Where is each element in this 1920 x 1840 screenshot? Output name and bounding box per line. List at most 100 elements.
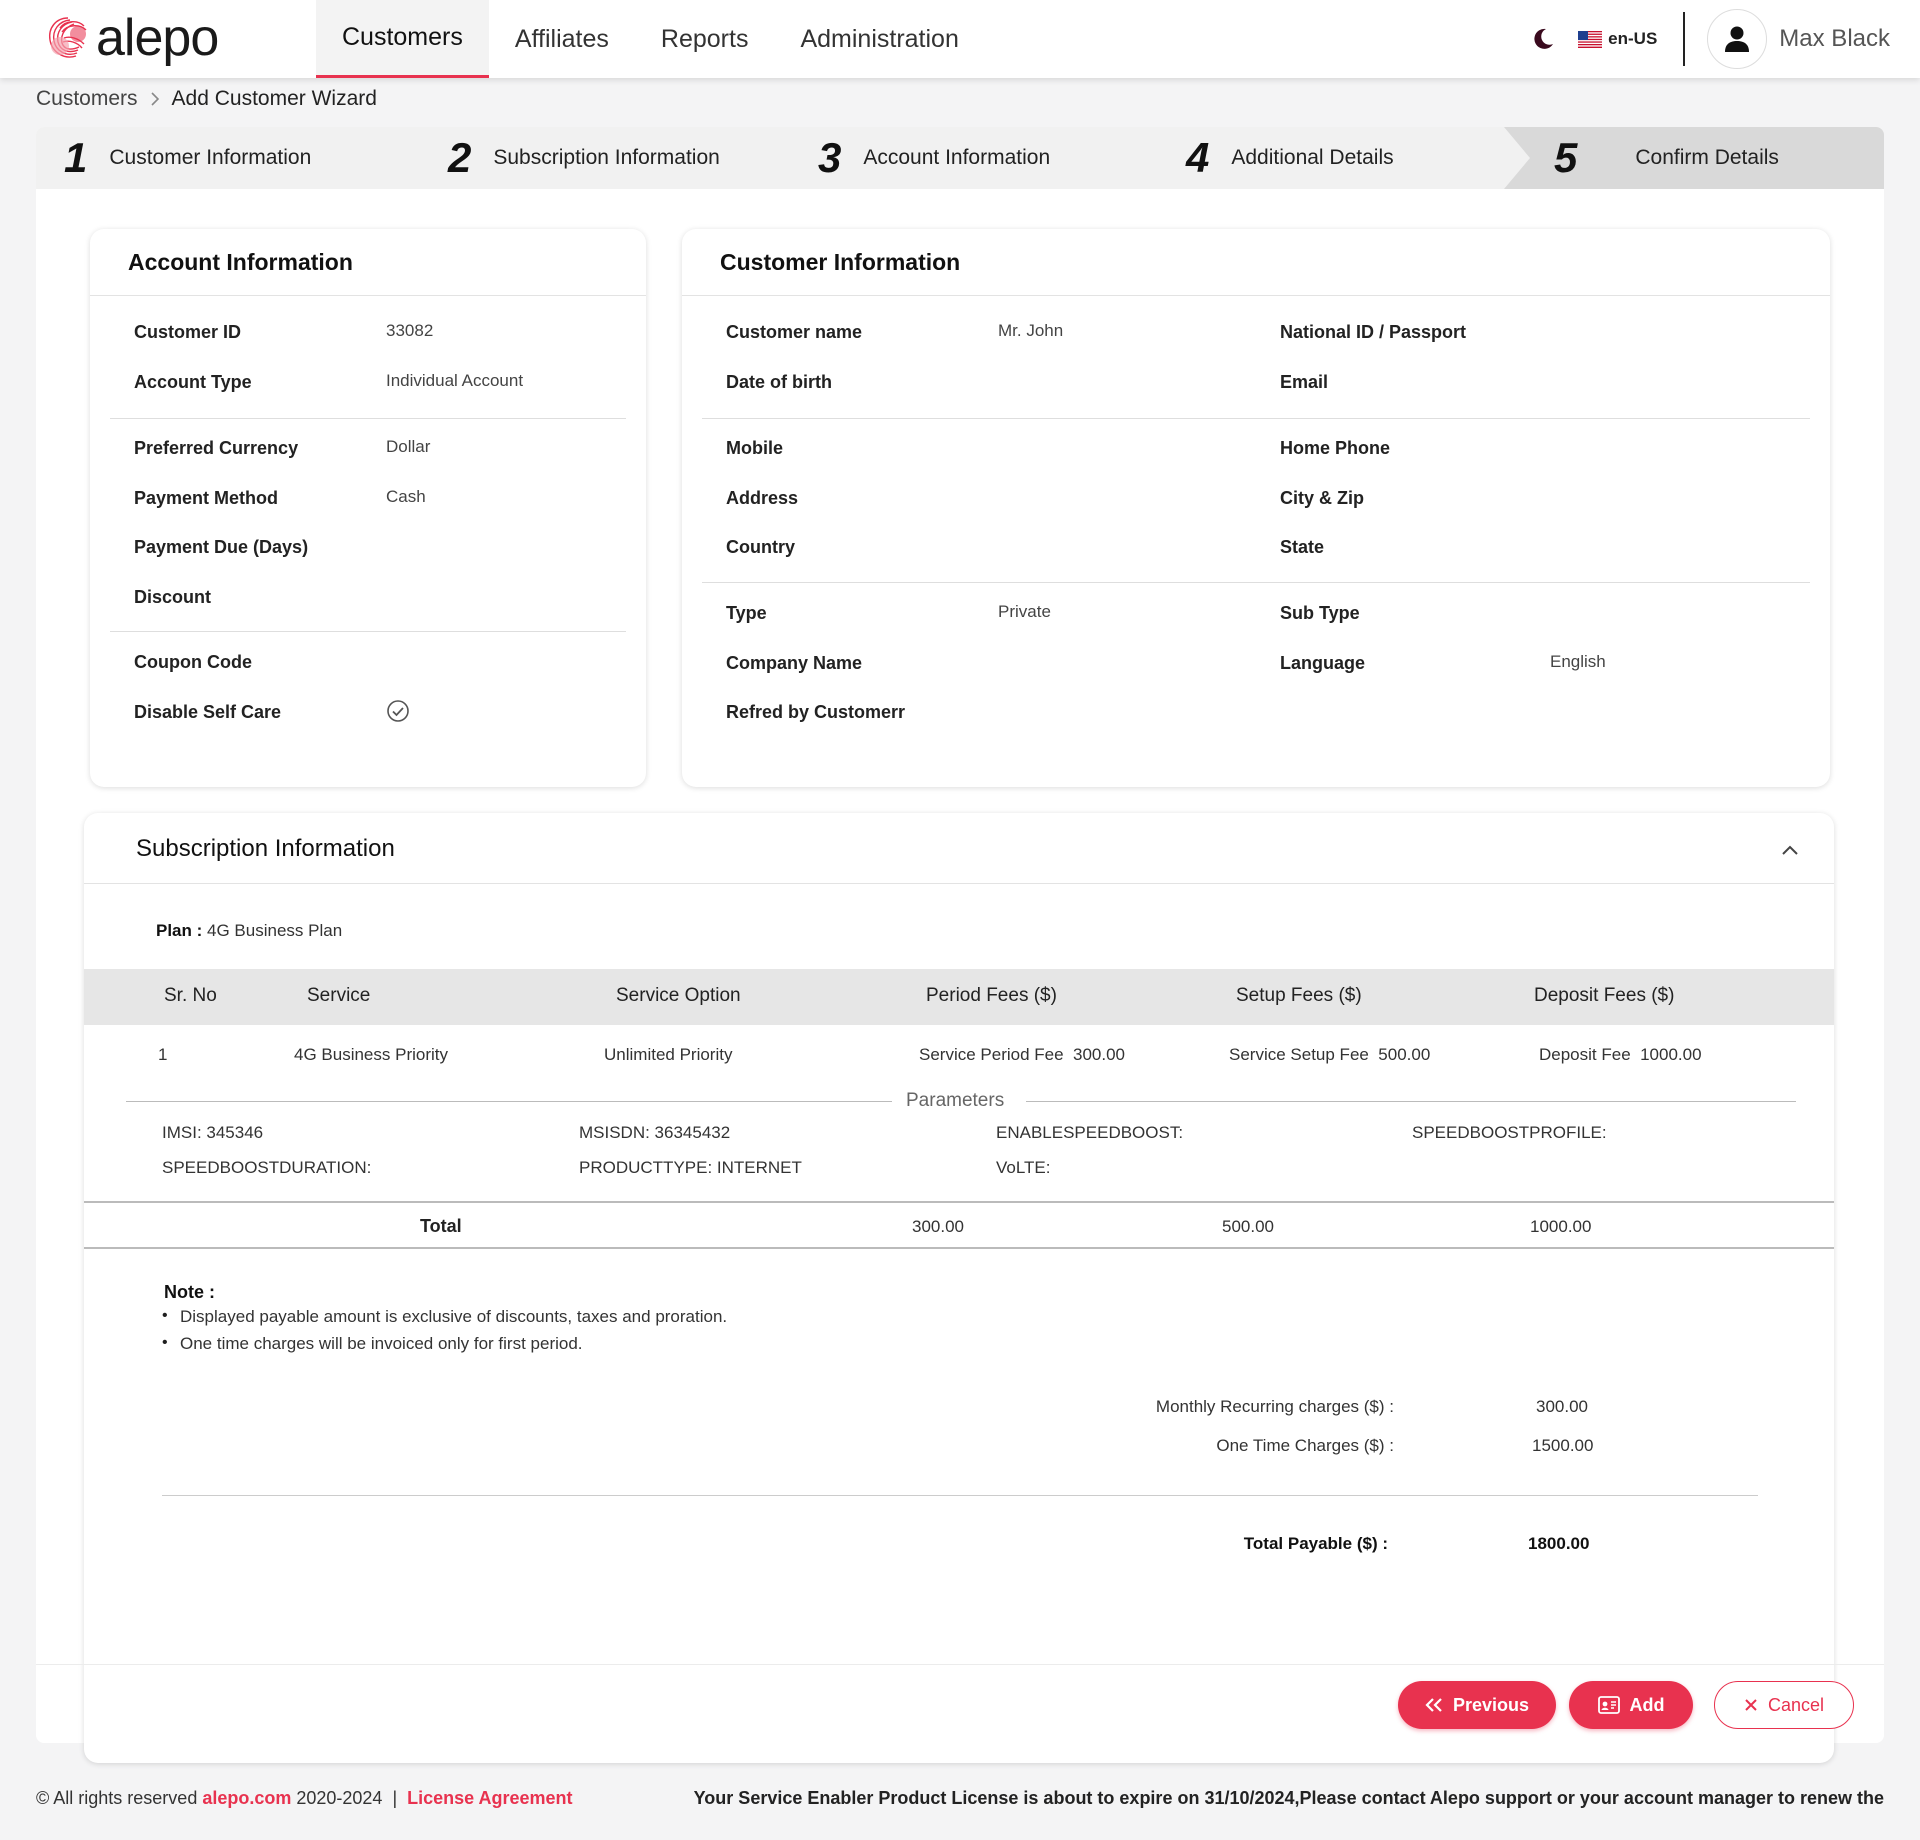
state-label: State <box>1280 537 1325 557</box>
currency-label: Preferred Currency <box>134 438 299 458</box>
divider <box>84 1201 1834 1203</box>
cancel-label: Cancel <box>1767 1694 1825 1715</box>
breadcrumb: Customers Add Customer Wizard <box>36 84 377 114</box>
wizard-stepper: 1 Customer Information 2 Subscription In… <box>36 127 1884 189</box>
email-label: Email <box>1280 372 1329 392</box>
breadcrumb-customers-link[interactable]: Customers <box>36 87 138 111</box>
check-circle-icon <box>387 700 409 722</box>
note-item: Displayed payable amount is exclusive of… <box>180 1307 728 1326</box>
breadcrumb-current: Add Customer Wizard <box>171 87 377 110</box>
divider <box>1026 1101 1796 1102</box>
total-deposit-fees: 1000.00 <box>1530 1217 1592 1236</box>
param-imsi: IMSI: 345346 <box>162 1123 264 1142</box>
previous-button[interactable]: Previous <box>1398 1681 1556 1729</box>
license-expiry-notice: Your Service Enabler Product License is … <box>693 1788 1884 1808</box>
nav-tab-administration[interactable]: Administration <box>774 0 984 78</box>
language-value: English <box>1550 652 1606 671</box>
customer-id-value: 33082 <box>386 321 434 340</box>
step-2[interactable]: 2 Subscription Information <box>448 127 720 189</box>
col-service-option: Service Option <box>616 985 741 1006</box>
services-table-header: Sr. No Service Service Option Period Fee… <box>84 969 1834 1025</box>
divider <box>162 1495 1758 1496</box>
wizard-card: 1 Customer Information 2 Subscription In… <box>36 127 1884 1763</box>
dark-mode-moon-icon[interactable] <box>1530 26 1556 52</box>
type-label: Type <box>726 603 767 623</box>
param-speedboostprofile: SPEEDBOOSTPROFILE: <box>1412 1123 1607 1142</box>
sub-type-label: Sub Type <box>1280 603 1360 623</box>
bullet: • <box>162 1334 168 1351</box>
customer-name-label: Customer name <box>726 322 863 342</box>
row-service-option: Unlimited Priority <box>604 1045 733 1064</box>
step-number: 5 <box>1554 134 1578 181</box>
total-payable-label: Total Payable ($) : <box>1243 1534 1388 1553</box>
divider <box>126 1101 892 1102</box>
subscription-title: Subscription Information <box>136 835 395 862</box>
customer-name-value: Mr. John <box>998 321 1064 340</box>
row-deposit-fee: Deposit Fee 1000.00 <box>1539 1045 1702 1064</box>
referred-by-label: Refred by Customerr <box>726 702 906 722</box>
one-time-charges-value: 1500.00 <box>1532 1436 1594 1455</box>
mobile-label: Mobile <box>726 438 783 458</box>
payment-due-label: Payment Due (Days) <box>134 537 309 557</box>
nav-tab-customers[interactable]: Customers <box>316 0 489 78</box>
user-icon <box>1725 26 1750 52</box>
dob-label: Date of birth <box>726 372 832 392</box>
page-footer: © All rights reserved alepo.com 2020-202… <box>0 1760 1920 1840</box>
footer-site-link[interactable]: alepo.com <box>202 1788 291 1808</box>
divider <box>84 1247 1834 1249</box>
footer-years: 2020-2024 | <box>291 1788 408 1808</box>
language-selector[interactable]: en-US <box>1608 29 1657 49</box>
close-icon <box>1745 1699 1757 1711</box>
note-title: Note : <box>164 1282 215 1302</box>
step-4[interactable]: 4 Additional Details <box>1186 127 1394 189</box>
step-number: 2 <box>448 134 472 181</box>
home-phone-label: Home Phone <box>1280 438 1391 458</box>
nav-tab-reports[interactable]: Reports <box>635 0 775 78</box>
nav-right: en-US Max Black <box>1530 0 1890 78</box>
step-1[interactable]: 1 Customer Information <box>64 127 311 189</box>
discount-label: Discount <box>134 587 212 607</box>
chevron-up-icon[interactable] <box>1780 843 1800 857</box>
monthly-charges-value: 300.00 <box>1536 1397 1588 1416</box>
payment-method-value: Cash <box>386 487 426 506</box>
top-navbar: alepo Customers Affiliates Reports Admin… <box>0 0 1920 78</box>
language-label: Language <box>1280 653 1366 673</box>
account-type-value: Individual Account <box>386 371 524 390</box>
user-avatar[interactable] <box>1707 9 1768 69</box>
step-5[interactable]: 5 Confirm Details <box>1554 127 1779 189</box>
total-payable-value: 1800.00 <box>1528 1534 1590 1553</box>
customer-id-label: Customer ID <box>134 322 242 342</box>
divider <box>110 631 626 632</box>
divider <box>702 582 1810 583</box>
plan-value: 4G Business Plan <box>202 921 343 940</box>
license-agreement-link[interactable]: License Agreement <box>407 1788 572 1808</box>
user-name[interactable]: Max Black <box>1779 25 1890 53</box>
cancel-button[interactable]: Cancel <box>1714 1681 1854 1729</box>
nav-tab-affiliates[interactable]: Affiliates <box>489 0 635 78</box>
divider <box>90 295 646 296</box>
divider <box>702 418 1810 419</box>
one-time-charges-label: One Time Charges ($) : <box>1216 1436 1394 1455</box>
nav-divider <box>1683 12 1686 66</box>
type-value: Private <box>998 602 1051 621</box>
step-label: Account Information <box>863 146 1051 169</box>
country-label: Country <box>726 537 795 557</box>
divider <box>36 1664 1884 1665</box>
bullet: • <box>162 1307 168 1324</box>
payment-method-label: Payment Method <box>134 488 279 508</box>
alepo-logo[interactable]: alepo <box>44 10 219 66</box>
chevron-right-icon <box>150 92 159 106</box>
step-label: Confirm Details <box>1635 146 1779 169</box>
param-producttype: PRODUCTTYPE: INTERNET <box>579 1158 802 1177</box>
row-setup-fee: Service Setup Fee 500.00 <box>1229 1045 1431 1064</box>
parameters-label: Parameters <box>906 1090 1005 1111</box>
add-button[interactable]: Add <box>1569 1681 1693 1729</box>
footer-copyright: © All rights reserved alepo.com 2020-202… <box>36 1788 573 1809</box>
step-label: Subscription Information <box>493 146 720 169</box>
step-3[interactable]: 3 Account Information <box>818 127 1050 189</box>
coupon-code-label: Coupon Code <box>134 652 252 672</box>
plan-line: Plan : 4G Business Plan <box>156 921 342 941</box>
company-name-label: Company Name <box>726 653 863 673</box>
us-flag-icon[interactable] <box>1578 30 1603 48</box>
param-speedboostduration: SPEEDBOOSTDURATION: <box>162 1158 372 1177</box>
